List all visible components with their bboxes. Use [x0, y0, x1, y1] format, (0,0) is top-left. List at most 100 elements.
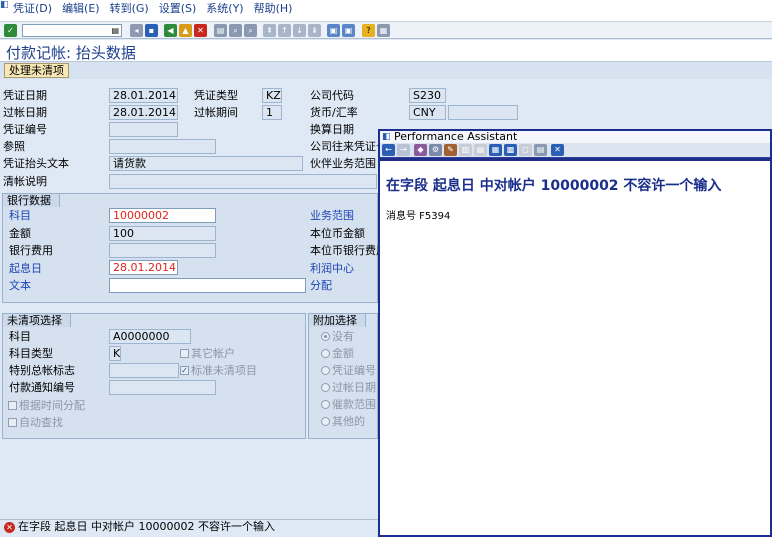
bank-charges-field[interactable] [109, 243, 216, 258]
value-date-field[interactable]: 28.01.2014 [109, 260, 178, 275]
doc-type-field[interactable]: KZ [262, 88, 282, 103]
edit-icon[interactable]: ✎ [444, 144, 457, 156]
application-help-icon[interactable]: ▩ [504, 144, 517, 156]
menu-document[interactable]: 凭证(D) [8, 0, 57, 24]
title-bar: 付款记帐: 抬头数据 [0, 40, 772, 62]
header-text-field[interactable]: 请货款 [109, 156, 303, 171]
radio-doc-number[interactable] [321, 366, 330, 375]
clearing-text-label: 清帐说明 [3, 175, 47, 188]
new-session-icon[interactable]: ▣ [327, 24, 340, 37]
print-icon[interactable]: ▤ [534, 144, 547, 156]
cancel-icon[interactable]: ✕ [194, 24, 207, 37]
assistant-titlebar[interactable]: ◧ Performance Assistant [380, 131, 770, 143]
radio-others-label: 其他的 [332, 415, 365, 428]
bank-charges-label: 银行费用 [9, 244, 53, 257]
radio-posting-date-label: 过帐日期 [332, 381, 376, 394]
application-toolbar: 处理未清项 [0, 62, 772, 79]
menu-edit[interactable]: 编辑(E) [57, 0, 105, 24]
special-gl-label: 特别总帐标志 [9, 364, 75, 377]
account-type-field[interactable]: K [109, 346, 121, 361]
comment-icon[interactable]: ◻ [519, 144, 532, 156]
assignment-label: 分配 [310, 279, 332, 292]
standard-oi-label: 标准未清项目 [191, 364, 257, 377]
menu-bar: ◧ 凭证(D) 编辑(E) 转到(G) 设置(S) 系统(Y) 帮助(H) [0, 0, 772, 22]
exchange-rate-field[interactable] [448, 105, 518, 120]
auto-search-checkbox[interactable] [8, 418, 17, 427]
menu-goto[interactable]: 转到(G) [105, 0, 154, 24]
forward-arrow-icon[interactable]: → [397, 144, 410, 156]
prev-page-icon[interactable]: ↑ [278, 24, 291, 37]
page-title: 付款记帐: 抬头数据 [6, 44, 136, 62]
next-page-icon[interactable]: ↓ [293, 24, 306, 37]
technical-info-icon[interactable]: ◆ [414, 144, 427, 156]
process-open-items-button[interactable]: 处理未清项 [4, 63, 69, 78]
glossary-icon[interactable]: ▥ [459, 144, 472, 156]
intercompany-label: 公司往来凭证号 [310, 140, 387, 153]
doc-number-field[interactable] [109, 122, 178, 137]
layout-icon[interactable]: ▦ [377, 24, 390, 37]
print-icon[interactable]: ▤ [214, 24, 227, 37]
radio-dunning-area-label: 催款范围 [332, 398, 376, 411]
back-arrow-icon[interactable]: ◂ [130, 24, 143, 37]
help-icon[interactable]: ? [362, 24, 375, 37]
exit-icon[interactable]: ▲ [179, 24, 192, 37]
window-icon: ◧ [382, 132, 391, 142]
reference-field[interactable] [109, 139, 216, 154]
auto-search-label: 自动查找 [19, 416, 63, 429]
radio-none[interactable] [321, 332, 330, 341]
standard-oi-checkbox[interactable]: ✓ [180, 366, 189, 375]
back-arrow-icon[interactable]: ← [382, 144, 395, 156]
text-field[interactable] [109, 278, 306, 293]
menu-settings[interactable]: 设置(S) [154, 0, 202, 24]
oi-account-field[interactable]: A0000000 [109, 329, 191, 344]
assistant-toolbar: ← → ◆ ⚙ ✎ ▥ ▤ ▦ ▩ ◻ ▤ ✕ [380, 143, 770, 158]
period-label: 过帐期间 [194, 106, 238, 119]
performance-assistant-window: ◧ Performance Assistant ← → ◆ ⚙ ✎ ▥ ▤ ▦ … [378, 129, 772, 537]
enter-icon[interactable]: ✓ [4, 24, 17, 37]
radio-others[interactable] [321, 417, 330, 426]
distribute-by-age-checkbox[interactable] [8, 401, 17, 410]
post-date-field[interactable]: 28.01.2014 [109, 105, 178, 120]
menu-help[interactable]: 帮助(H) [249, 0, 298, 24]
period-field[interactable]: 1 [262, 105, 282, 120]
first-page-icon[interactable]: ⇞ [263, 24, 276, 37]
radio-amount[interactable] [321, 349, 330, 358]
clearing-text-field[interactable] [109, 174, 377, 189]
last-page-icon[interactable]: ⇟ [308, 24, 321, 37]
additional-selection-title: 附加选择 [308, 313, 366, 327]
assistant-message: 在字段 起息日 中对帐户 10000002 不容许一个输入 [386, 178, 722, 194]
doc-number-label: 凭证编号 [3, 123, 47, 136]
status-bar[interactable]: ✕ 在字段 起息日 中对帐户 10000002 不容许一个输入 [0, 519, 378, 534]
other-accounts-checkbox[interactable] [180, 349, 189, 358]
find-next-icon[interactable]: ⌕ [244, 24, 257, 37]
radio-doc-number-label: 凭证编号 [332, 364, 376, 377]
message-number: 消息号 F5394 [386, 211, 451, 222]
doc-date-field[interactable]: 28.01.2014 [109, 88, 178, 103]
company-code-field[interactable]: S230 [409, 88, 446, 103]
text-label: 文本 [9, 279, 31, 292]
assistant-title: Performance Assistant [394, 130, 518, 143]
navigation-icon[interactable]: ⚙ [429, 144, 442, 156]
shortcut-icon[interactable]: ▣ [342, 24, 355, 37]
radio-dunning-area[interactable] [321, 400, 330, 409]
save-icon[interactable]: ▪ [145, 24, 158, 37]
translation-date-label: 换算日期 [310, 123, 354, 136]
payment-advice-field[interactable] [109, 380, 216, 395]
currency-field[interactable]: CNY [409, 105, 446, 120]
find-icon[interactable]: ⌕ [229, 24, 242, 37]
back-icon[interactable]: ◀ [164, 24, 177, 37]
close-icon[interactable]: ✕ [551, 144, 564, 156]
document-icon[interactable]: ▦ [489, 144, 502, 156]
payment-advice-label: 付款通知编号 [9, 381, 75, 394]
partner-ba-label: 伙伴业务范围 [310, 157, 376, 170]
amount-field[interactable]: 100 [109, 226, 216, 241]
doc-date-label: 凭证日期 [3, 89, 47, 102]
bank-account-field[interactable]: 10000002 [109, 208, 216, 223]
command-field[interactable]: ▤ [22, 24, 122, 37]
link-icon[interactable]: ▤ [474, 144, 487, 156]
oi-account-label: 科目 [9, 330, 31, 343]
menu-system[interactable]: 系统(Y) [201, 0, 248, 24]
radio-posting-date[interactable] [321, 383, 330, 392]
special-gl-field[interactable] [109, 363, 179, 378]
radio-none-label: 没有 [332, 330, 354, 343]
